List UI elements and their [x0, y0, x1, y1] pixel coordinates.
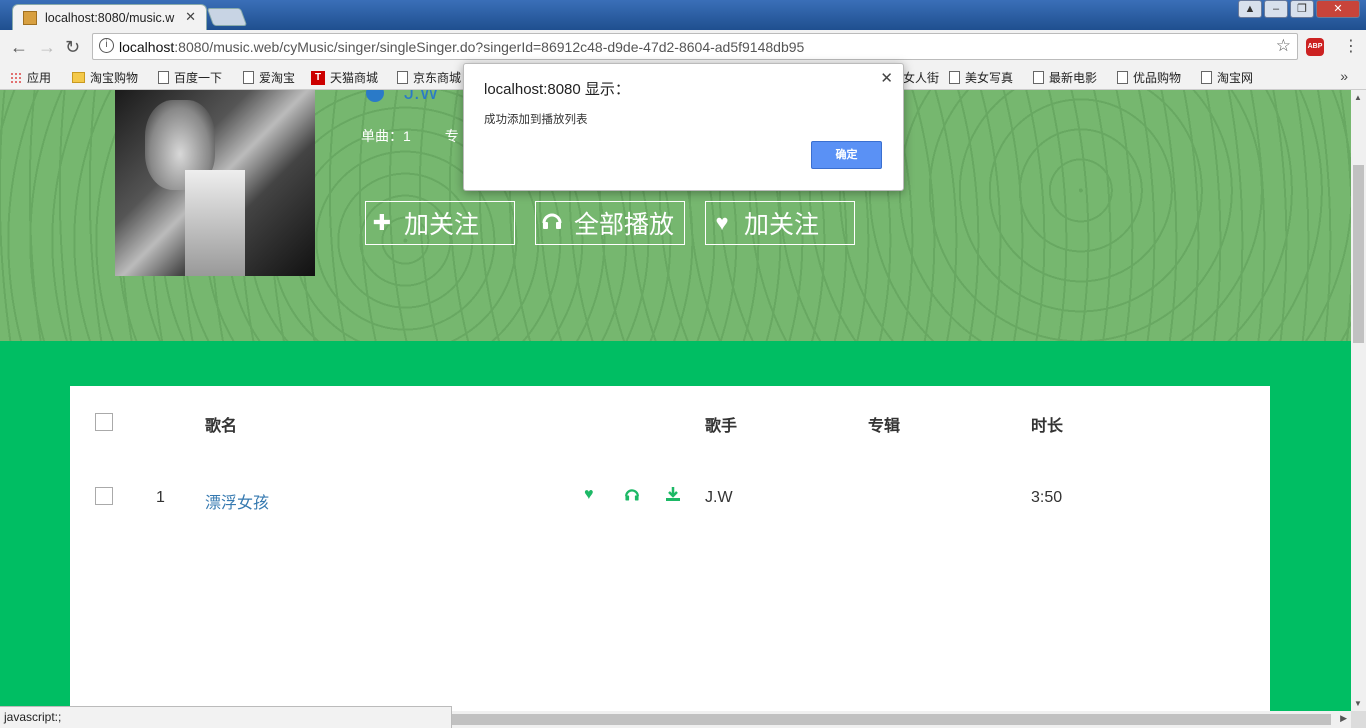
tmall-icon: T	[311, 70, 325, 85]
browser-toolbar: ← → ↻ i localhost:8080/music.web/cyMusic…	[0, 30, 1366, 64]
play-all-button[interactable]: 全部播放	[535, 201, 685, 245]
favicon-icon	[23, 11, 37, 25]
header-song: 歌名	[205, 418, 238, 435]
bookmark-nvrenjie[interactable]: 女人街	[903, 69, 939, 86]
bookmark-apps[interactable]: 应用	[10, 69, 51, 86]
scroll-down-icon[interactable]: ▼	[1354, 699, 1362, 708]
download-icon[interactable]	[665, 486, 681, 507]
info-icon[interactable]: i	[99, 38, 114, 53]
bookmark-meinv[interactable]: 美女写真	[949, 69, 1013, 86]
heart-icon: ♥	[715, 210, 729, 235]
plus-icon: ✚	[372, 210, 392, 235]
song-list-card: 歌名 歌手 专辑 时长 1 漂浮女孩 ♥ J.W 3:50	[70, 386, 1270, 711]
back-arrow-icon[interactable]: ←	[10, 37, 28, 58]
follow-button[interactable]: ✚ 加关注	[365, 201, 515, 245]
bookmark-movies[interactable]: 最新电影	[1033, 69, 1097, 86]
bookmark-jd[interactable]: 京东商城	[397, 69, 461, 86]
bookmark-ai-taobao[interactable]: 爱淘宝	[243, 69, 295, 86]
reload-icon[interactable]: ↻	[65, 37, 80, 58]
alert-dialog: localhost:8080 显示： ✕ 成功添加到播放列表 确定	[463, 63, 904, 191]
scroll-up-icon[interactable]: ▲	[1354, 93, 1362, 102]
horizontal-scroll-thumb[interactable]	[452, 714, 1331, 725]
bookmark-taobaowang[interactable]: 淘宝网	[1201, 69, 1253, 86]
bookmark-taobao-shopping[interactable]: 淘宝购物	[72, 69, 138, 86]
tab-title: localhost:8080/music.w	[45, 11, 175, 25]
page-icon	[1033, 71, 1044, 84]
folder-icon	[72, 72, 85, 83]
adblock-icon[interactable]: ABP	[1306, 38, 1324, 56]
page-icon	[243, 71, 254, 84]
headphones-icon	[540, 209, 564, 237]
header-duration: 时长	[1031, 418, 1064, 435]
dialog-message: 成功添加到播放列表	[484, 114, 588, 126]
dialog-ok-button[interactable]: 确定	[811, 141, 882, 169]
status-bar: javascript:;	[0, 706, 452, 728]
dialog-close-icon[interactable]: ✕	[880, 69, 893, 87]
singles-count: 单曲：1	[361, 128, 411, 144]
page-icon	[1201, 71, 1212, 84]
singer-avatar	[115, 90, 315, 276]
minimize-button[interactable]: –	[1264, 0, 1288, 18]
avatar-shirt	[185, 170, 245, 276]
bookmark-tmall[interactable]: T 天猫商城	[311, 69, 378, 86]
page-icon	[1117, 71, 1128, 84]
row-duration: 3:50	[1031, 489, 1063, 506]
tab-close-icon[interactable]: ✕	[185, 9, 196, 25]
maximize-button[interactable]: ❐	[1290, 0, 1314, 18]
scrollbar-corner	[1351, 711, 1366, 728]
bookmarks-overflow-icon[interactable]: »	[1340, 68, 1348, 84]
header-singer: 歌手	[705, 418, 738, 435]
browser-title-bar: localhost:8080/music.w ✕ ▲ – ❐ ✕	[0, 0, 1366, 31]
scroll-right-icon[interactable]: ▶	[1340, 713, 1347, 724]
address-bar[interactable]: i localhost:8080/music.web/cyMusic/singe…	[92, 33, 1298, 60]
user-icon[interactable]: ▲	[1238, 0, 1262, 18]
bookmark-baidu[interactable]: 百度一下	[158, 69, 222, 86]
browser-menu-icon[interactable]: ⋮	[1343, 36, 1359, 56]
row-singer: J.W	[705, 489, 733, 506]
bookmark-youpin[interactable]: 优品购物	[1117, 69, 1181, 86]
singer-name: J.W	[404, 90, 439, 104]
page-icon	[397, 71, 408, 84]
page-icon	[949, 71, 960, 84]
browser-tab[interactable]: localhost:8080/music.w ✕	[12, 4, 207, 31]
row-index: 1	[156, 489, 165, 506]
page-icon	[158, 71, 169, 84]
song-title-link[interactable]: 漂浮女孩	[205, 489, 269, 513]
dialog-title: localhost:8080 显示：	[484, 81, 630, 98]
play-headphones-icon[interactable]	[624, 486, 640, 507]
window-controls: ▲ – ❐ ✕	[1238, 0, 1360, 20]
albums-count: 专	[444, 128, 459, 144]
forward-arrow-icon[interactable]: →	[38, 37, 56, 58]
new-tab-button[interactable]	[206, 8, 248, 26]
row-checkbox[interactable]	[95, 487, 113, 505]
bookmark-star-icon[interactable]: ☆	[1276, 36, 1291, 56]
select-all-checkbox[interactable]	[95, 413, 113, 431]
vertical-scrollbar[interactable]: ▲ ▼	[1351, 90, 1366, 711]
vertical-scroll-thumb[interactable]	[1353, 165, 1364, 343]
url-text: localhost:8080/music.web/cyMusic/singer/…	[119, 39, 805, 55]
apps-icon	[10, 71, 22, 84]
window-close-button[interactable]: ✕	[1316, 0, 1360, 18]
favorite-button[interactable]: ♥ 加关注	[705, 201, 855, 245]
header-album: 专辑	[868, 418, 901, 435]
like-heart-icon[interactable]: ♥	[584, 486, 594, 504]
